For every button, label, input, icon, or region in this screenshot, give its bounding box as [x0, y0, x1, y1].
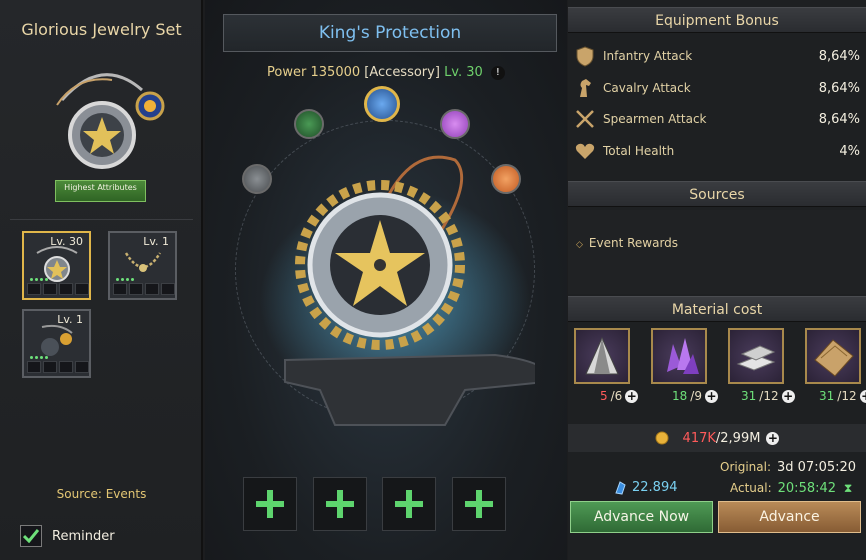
set-slot-chain[interactable]: Lv. 1: [108, 231, 177, 300]
power-line: Power 135000 [Accessory] Lv. 30 !: [205, 65, 567, 80]
gem-count: 22.894: [614, 480, 678, 495]
material-count: 31/12 +: [819, 389, 866, 403]
add-slot-4[interactable]: [452, 477, 506, 531]
bonus-name: Spearmen Attack: [603, 112, 707, 126]
bonus-row: Total Health 4%: [574, 137, 860, 165]
material-count: 5/6 +: [600, 388, 639, 403]
blue-star-gem[interactable]: [364, 86, 400, 122]
diamond-icon: ◇: [576, 240, 583, 250]
gold-have: 417K: [682, 430, 716, 446]
reminder-label: Reminder: [52, 528, 115, 544]
right-panel: Equipment Bonus Infantry Attack 8,64% Ca…: [568, 0, 866, 560]
bonus-value: 8,64%: [818, 48, 860, 64]
advance-now-button[interactable]: Advance Now: [570, 501, 713, 533]
actual-time-value: 20:58:42: [777, 481, 837, 496]
material-cost-header: Material cost: [568, 296, 866, 322]
plus-icon: [395, 490, 423, 518]
source-text: Source: Events: [56, 487, 147, 501]
original-label: Original:: [720, 460, 771, 474]
shield-icon: [576, 46, 594, 67]
hourglass-icon: ⧗: [843, 481, 853, 495]
bonus-row: Infantry Attack 8,64%: [574, 42, 860, 70]
bonus-value: 4%: [839, 143, 860, 159]
crossed-spears-icon: [576, 110, 594, 128]
buy-plus-button[interactable]: +: [704, 389, 718, 403]
pendant-icon: [260, 155, 535, 426]
material-count: 18/9 +: [672, 388, 718, 403]
silver-bar-icon[interactable]: [728, 328, 784, 384]
power-value: 135000: [310, 65, 361, 80]
heart-icon: [575, 143, 595, 159]
divider: [10, 219, 193, 220]
bonus-name: Infantry Attack: [603, 49, 693, 63]
crystal-icon[interactable]: [651, 328, 707, 384]
gold-cost-row: 417K/2,99M +: [568, 424, 866, 452]
bonus-value: 8,64%: [818, 111, 860, 127]
plus-icon: [465, 490, 493, 518]
gold-coin-icon: [655, 431, 669, 445]
original-time: Original: 3d 07:05:20: [720, 460, 856, 475]
add-slot-2[interactable]: [313, 477, 367, 531]
buy-gold-plus-button[interactable]: +: [766, 431, 780, 445]
bonus-name: Cavalry Attack: [603, 81, 691, 95]
jewelry-set-image: [56, 73, 165, 169]
item-title: King's Protection: [318, 23, 462, 43]
original-time-value: 3d 07:05:20: [777, 460, 857, 475]
actual-label: Actual:: [730, 481, 772, 495]
blue-gem-icon: [615, 480, 626, 495]
center-panel: King's Protection Power 135000 [Accessor…: [205, 0, 567, 560]
buy-plus-button[interactable]: +: [859, 389, 866, 403]
power-label: Power: [267, 65, 307, 80]
item-level: Lv. 30: [444, 65, 483, 80]
plus-icon: [326, 490, 354, 518]
bonus-row: Cavalry Attack 8,64%: [574, 74, 860, 102]
add-slot-3[interactable]: [382, 477, 436, 531]
reminder-toggle[interactable]: Reminder: [20, 525, 115, 547]
source-item-label: Event Rewards: [588, 236, 679, 250]
buy-plus-button[interactable]: +: [625, 389, 639, 403]
material-count: 31/12 +: [741, 388, 795, 403]
bonus-row: Spearmen Attack 8,64%: [574, 105, 860, 133]
ore-icon[interactable]: [574, 328, 630, 384]
leather-icon[interactable]: [805, 328, 861, 384]
sources-header: Sources: [568, 181, 866, 207]
set-slot-amulet[interactable]: Lv. 1: [22, 309, 91, 378]
source-item[interactable]: ◇ Event Rewards: [576, 236, 678, 250]
item-title-banner: King's Protection: [223, 14, 557, 52]
gold-need: /2,99M: [715, 430, 761, 446]
plus-icon: [256, 490, 284, 518]
item-category: [Accessory]: [364, 65, 440, 80]
bonus-name: Total Health: [603, 144, 675, 158]
checkmark-icon: [23, 529, 39, 543]
reminder-checkbox[interactable]: [20, 525, 42, 547]
sources-list: ◇ Event Rewards: [568, 210, 866, 294]
gem-count-value: 22.894: [632, 480, 678, 495]
actual-time: Actual: 20:58:42 ⧗: [730, 481, 852, 496]
buy-plus-button[interactable]: +: [781, 389, 795, 403]
advance-button[interactable]: Advance: [718, 501, 861, 533]
equipment-bonus-header: Equipment Bonus: [568, 7, 866, 33]
highest-attributes-badge: Highest Attributes: [55, 180, 146, 202]
bonus-value: 8,64%: [818, 80, 860, 96]
horse-icon: [580, 79, 591, 97]
set-title: Glorious Jewelry Set: [21, 20, 182, 39]
left-panel: Glorious Jewelry Set Highest Attributes …: [0, 0, 203, 560]
info-icon[interactable]: !: [490, 65, 505, 80]
add-slot-1[interactable]: [243, 477, 297, 531]
set-slot-necklace[interactable]: Lv. 30: [22, 231, 91, 300]
